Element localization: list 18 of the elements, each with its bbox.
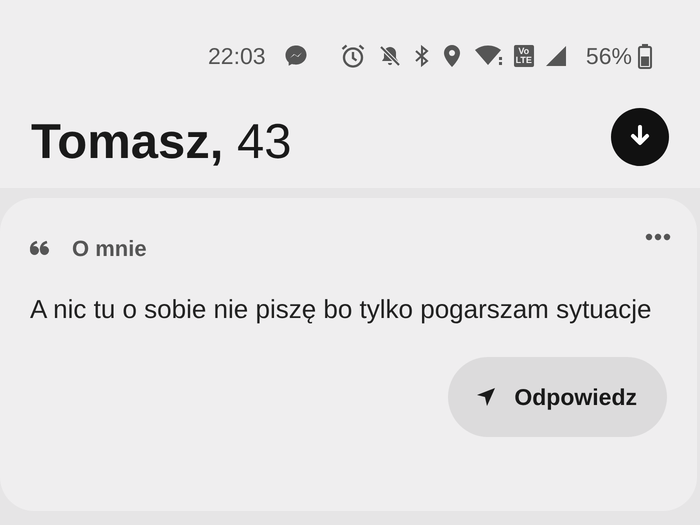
more-options-icon[interactable] [645, 232, 671, 240]
battery-icon [638, 43, 652, 69]
muted-bell-icon [378, 44, 402, 68]
cell-signal-icon [544, 44, 568, 68]
reply-button[interactable]: Odpowiedz [448, 357, 667, 438]
section-title: O mnie [72, 235, 147, 263]
clock-time: 22:03 [208, 42, 266, 71]
quote-icon [30, 241, 50, 256]
profile-name-age: Tomasz, 43 [31, 118, 292, 167]
battery-percent: 56% [586, 42, 632, 71]
chat-bubble-icon [284, 44, 308, 68]
send-icon [476, 387, 496, 408]
volte-icon: Vo LTE [514, 45, 534, 67]
wifi-icon [474, 45, 504, 67]
bluetooth-icon [414, 44, 430, 68]
location-pin-icon [442, 44, 462, 68]
about-text: A nic tu o sobie nie piszę bo tylko pogarszam sytuacje [30, 293, 652, 326]
alarm-clock-icon [340, 43, 366, 69]
